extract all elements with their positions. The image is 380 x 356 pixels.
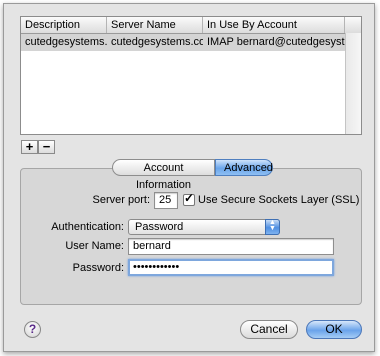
vertical-scrollbar[interactable] <box>345 33 361 134</box>
table-header: Description Server Name In Use By Accoun… <box>21 17 361 34</box>
cancel-button[interactable]: Cancel <box>240 320 298 339</box>
authentication-select[interactable]: Password ▲ ▼ <box>128 219 280 235</box>
add-server-button[interactable]: + <box>21 140 38 154</box>
tab-advanced[interactable]: Advanced <box>215 159 273 176</box>
user-name-field[interactable]: bernard <box>128 238 334 255</box>
column-header-server-name[interactable]: Server Name <box>107 17 203 33</box>
column-header-corner <box>345 17 361 33</box>
user-name-label: User Name: <box>65 240 124 252</box>
server-port-label: Server port: <box>92 194 150 206</box>
tab-bar: Account Information Advanced <box>112 159 273 191</box>
remove-server-button[interactable]: − <box>38 140 55 154</box>
ssl-checkbox[interactable]: ✓ <box>183 191 195 206</box>
select-arrows-icon: ▲ ▼ <box>265 219 280 235</box>
help-button[interactable]: ? <box>24 321 41 338</box>
cell-server-name: cutedgesystems.com <box>111 36 203 48</box>
cell-in-use-by-account: IMAP bernard@cutedgesyst... <box>207 36 345 48</box>
cell-description: cutedgesystems.... <box>25 36 107 48</box>
tab-account-information[interactable]: Account Information <box>112 159 215 191</box>
ssl-label: Use Secure Sockets Layer (SSL) <box>198 194 360 206</box>
table-row[interactable]: cutedgesystems.... cutedgesystems.com IM… <box>21 34 345 51</box>
ok-button[interactable]: OK <box>306 320 362 339</box>
column-header-in-use-by-account[interactable]: In Use By Account <box>203 17 345 33</box>
smtp-server-sheet: Description Server Name In Use By Accoun… <box>3 3 375 352</box>
server-list-table: Description Server Name In Use By Accoun… <box>20 16 362 135</box>
password-label: Password: <box>72 262 124 274</box>
password-field[interactable]: •••••••••••• <box>128 259 334 276</box>
column-header-description[interactable]: Description <box>21 17 107 33</box>
authentication-value: Password <box>135 221 184 233</box>
server-port-field[interactable]: 25 <box>154 192 178 209</box>
checkmark-icon: ✓ <box>184 191 195 205</box>
authentication-label: Authentication: <box>51 221 124 233</box>
